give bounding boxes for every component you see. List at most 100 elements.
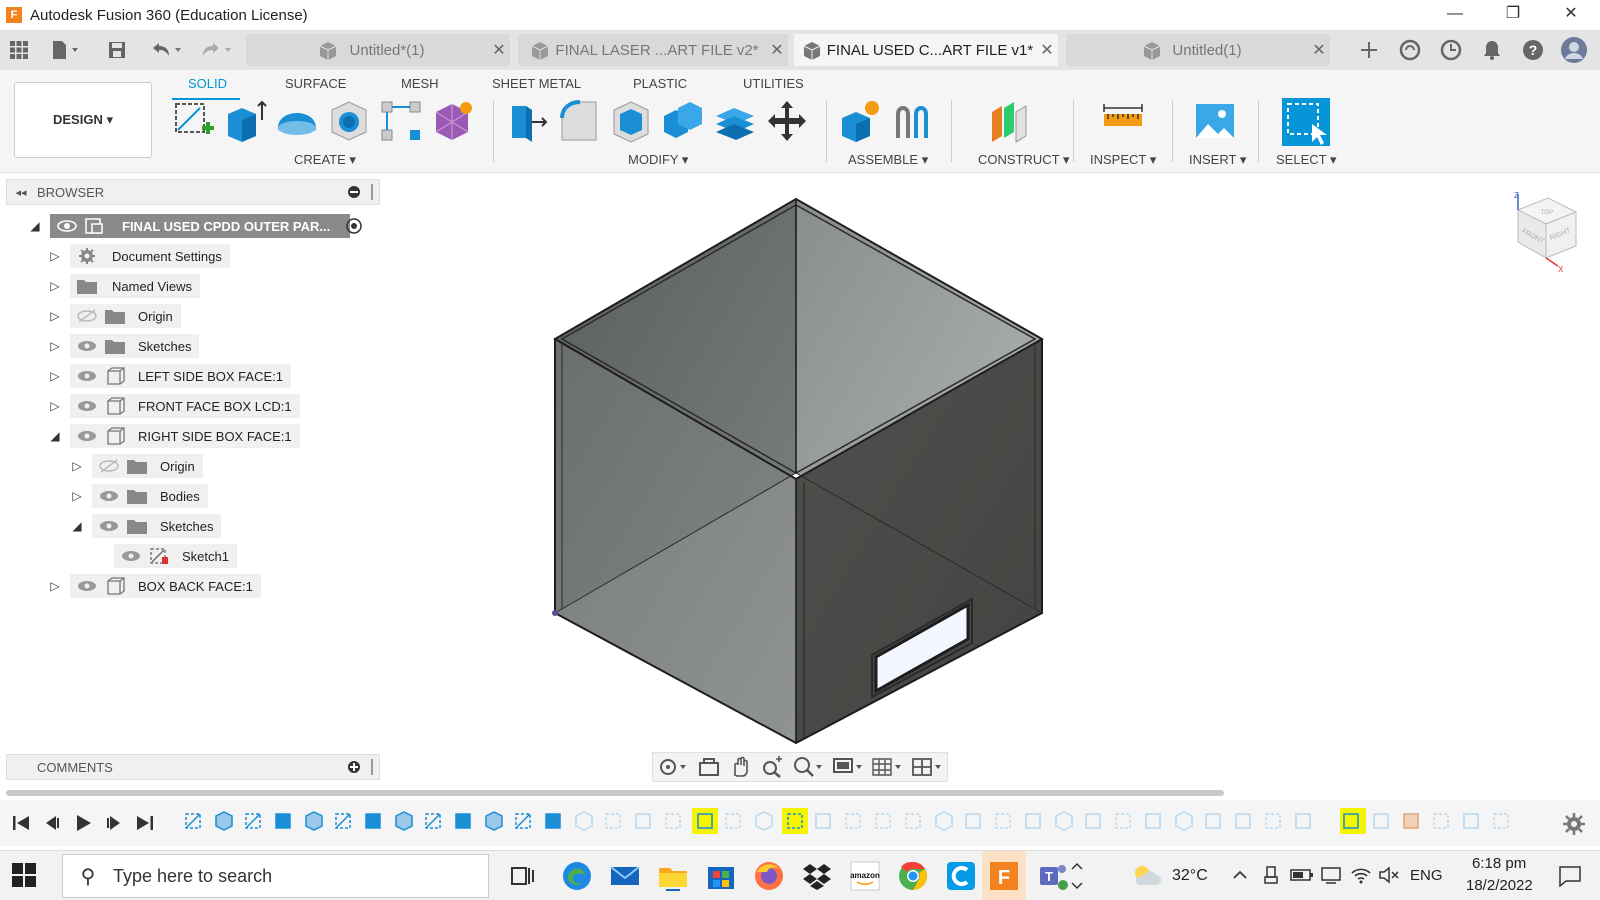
measure-icon[interactable] (1100, 98, 1146, 144)
wifi-icon[interactable] (1350, 865, 1372, 885)
visibility-eye-icon[interactable] (76, 338, 98, 354)
expand-triangle-icon[interactable]: ▷ (48, 399, 62, 413)
look-at-icon[interactable] (698, 757, 720, 777)
doc-tab-untitled-1[interactable]: Untitled*(1) ✕ (246, 34, 510, 66)
timeline-go-to-start-icon[interactable] (10, 812, 32, 834)
tree-node[interactable]: Sketches (70, 334, 200, 358)
show-hidden-icons-chevron-icon[interactable] (1232, 867, 1248, 883)
weather-cloud-icon[interactable] (1132, 863, 1162, 889)
tree-node[interactable]: Sketch1 (114, 544, 237, 568)
new-component-icon[interactable] (838, 98, 884, 144)
origin-point-marker[interactable] (552, 610, 558, 616)
microsoft-teams-icon[interactable]: T (1036, 859, 1070, 893)
data-panel-grid-icon[interactable] (2, 33, 36, 67)
visibility-eye-icon[interactable] (98, 518, 120, 534)
display-settings-icon[interactable] (832, 757, 863, 777)
tree-node[interactable]: Document Settings (70, 244, 230, 268)
timeline-step-forward-icon[interactable] (102, 812, 124, 834)
amazon-icon[interactable]: amazon (848, 859, 882, 893)
workspace-switcher-button[interactable]: DESIGN ▾ (14, 82, 152, 158)
notifications-bell-icon[interactable] (1471, 33, 1512, 67)
expand-triangle-icon[interactable]: ▷ (48, 279, 62, 293)
doc-tab-untitled-1b[interactable]: Untitled(1) ✕ (1066, 34, 1330, 66)
extrude-icon[interactable] (222, 98, 268, 144)
tab-solid[interactable]: SOLID (188, 76, 227, 91)
inspect-group-label[interactable]: INSPECT ▾ (1090, 152, 1156, 168)
root-component-node[interactable]: FINAL USED CPDD OUTER PAR... (50, 214, 350, 238)
browser-item-nested-origin[interactable]: ▷ Origin (6, 451, 380, 481)
zoom-icon[interactable] (793, 756, 823, 778)
move-copy-icon[interactable] (764, 98, 810, 144)
visibility-eye-icon[interactable] (98, 488, 120, 504)
expand-triangle-icon[interactable]: ▷ (48, 579, 62, 593)
press-pull-icon[interactable] (504, 98, 550, 144)
fillet-icon[interactable] (556, 98, 602, 144)
assemble-group-label[interactable]: ASSEMBLE ▾ (848, 152, 928, 168)
add-comment-icon[interactable] (347, 760, 361, 774)
construct-group-label[interactable]: CONSTRUCT ▾ (978, 152, 1070, 168)
zoom-window-icon[interactable] (761, 756, 783, 778)
expand-triangle-icon[interactable]: ▷ (48, 369, 62, 383)
task-view-icon[interactable] (506, 859, 540, 893)
revolve-icon[interactable] (274, 98, 320, 144)
battery-icon[interactable] (1290, 867, 1314, 883)
usb-device-icon[interactable] (1262, 865, 1280, 885)
offset-plane-icon[interactable] (986, 98, 1032, 144)
visibility-eye-icon[interactable] (76, 398, 98, 414)
expand-triangle-icon[interactable]: ▷ (48, 339, 62, 353)
hidden-eye-icon[interactable] (98, 458, 120, 474)
expand-triangle-icon[interactable]: ▷ (48, 309, 62, 323)
hidden-eye-icon[interactable] (76, 308, 98, 324)
tree-node[interactable]: RIGHT SIDE BOX FACE:1 (70, 424, 300, 448)
browser-item-front-face-box-lcd[interactable]: ▷ FRONT FACE BOX LCD:1 (6, 391, 380, 421)
input-language-label[interactable]: ENG (1410, 867, 1443, 884)
browser-item-document-settings[interactable]: ▷ Document Settings (6, 241, 380, 271)
viewports-icon[interactable] (912, 757, 942, 777)
tab-surface[interactable]: SURFACE (285, 76, 346, 91)
undo-icon[interactable] (146, 33, 186, 67)
redo-icon[interactable] (196, 33, 236, 67)
viewcube-navigation[interactable]: TOP FRONT RIGHT Z X (1504, 190, 1584, 274)
temperature-label[interactable]: 32°C (1172, 867, 1208, 885)
browser-item-sketch1[interactable]: Sketch1 (6, 541, 380, 571)
file-explorer-icon[interactable] (656, 859, 690, 893)
joint-icon[interactable] (890, 98, 936, 144)
insert-group-label[interactable]: INSERT ▾ (1189, 152, 1246, 168)
visibility-eye-icon[interactable] (76, 368, 98, 384)
dropbox-icon[interactable] (800, 859, 834, 893)
doc-tab-final-used[interactable]: FINAL USED C...ART FILE v1* ✕ (794, 34, 1058, 66)
help-icon[interactable]: ? (1512, 33, 1553, 67)
restore-button[interactable]: ❐ (1484, 0, 1542, 30)
timeline-feature-items[interactable] (182, 808, 1542, 838)
timeline-settings-gear-icon[interactable] (1562, 812, 1586, 836)
doc-tab-final-laser[interactable]: FINAL LASER ...ART FILE v2* ✕ (518, 34, 788, 66)
create-sketch-icon[interactable] (170, 98, 216, 144)
offset-face-icon[interactable] (712, 98, 758, 144)
chrome-icon[interactable] (896, 859, 930, 893)
select-group-label[interactable]: SELECT ▾ (1276, 152, 1336, 168)
tab-mesh[interactable]: MESH (401, 76, 439, 91)
clock-time[interactable]: 6:18 pm (1472, 855, 1526, 872)
tab-utilities[interactable]: UTILITIES (743, 76, 804, 91)
file-menu-icon[interactable] (48, 33, 82, 67)
collapse-triangle-icon[interactable]: ◢ (70, 519, 84, 533)
mail-icon[interactable] (608, 859, 642, 893)
close-tab-icon[interactable]: ✕ (1036, 40, 1058, 60)
minimize-button[interactable]: — (1426, 0, 1484, 30)
expand-triangle-icon[interactable]: ▷ (70, 459, 84, 473)
3d-viewport-canvas[interactable] (380, 173, 1600, 783)
timeline-step-back-icon[interactable] (42, 812, 64, 834)
collapse-triangle-icon[interactable]: ◢ (28, 219, 42, 233)
insert-image-icon[interactable] (1192, 98, 1238, 144)
browser-item-box-back-face[interactable]: ▷ BOX BACK FACE:1 (6, 571, 380, 601)
browser-item-right-side-box-face[interactable]: ◢ RIGHT SIDE BOX FACE:1 (6, 421, 380, 451)
edge-browser-icon[interactable] (560, 859, 594, 893)
extensions-icon[interactable] (1389, 33, 1430, 67)
visibility-eye-icon[interactable] (76, 428, 98, 444)
panel-drag-handle[interactable] (371, 184, 373, 200)
fusion-360-taskbar-icon[interactable]: F (987, 859, 1021, 893)
close-window-button[interactable]: ✕ (1542, 0, 1600, 30)
close-tab-icon[interactable]: ✕ (1308, 40, 1330, 60)
browser-root-row[interactable]: ◢ FINAL USED CPDD OUTER PAR... (6, 211, 380, 241)
tree-node[interactable]: Sketches (92, 514, 222, 538)
